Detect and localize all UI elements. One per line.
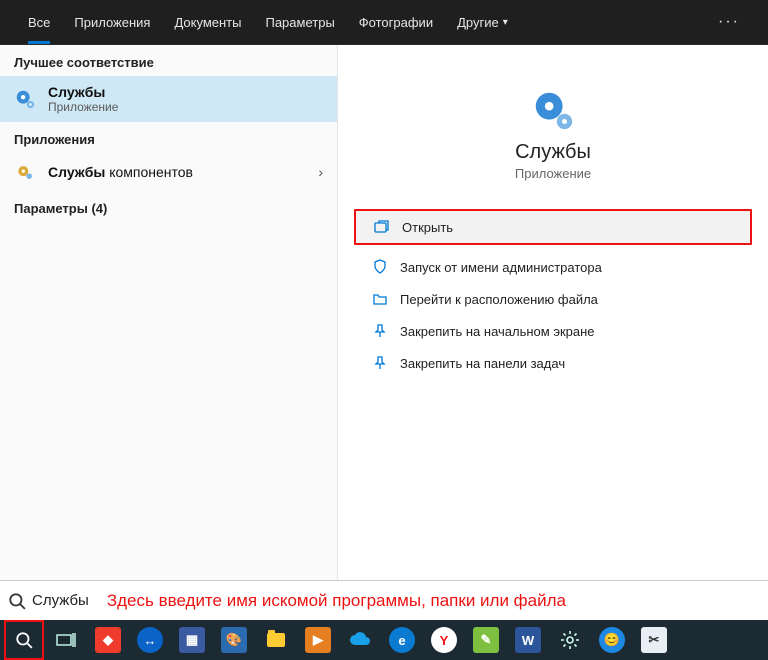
folder-location-icon bbox=[372, 291, 388, 307]
result-title-bold: Службы bbox=[48, 164, 105, 180]
tab-photos[interactable]: Фотографии bbox=[347, 0, 445, 44]
taskbar-app-notepad[interactable]: ✎ bbox=[466, 620, 506, 660]
taskbar-app-edge[interactable]: e bbox=[382, 620, 422, 660]
tab-more[interactable]: Другие ▾ bbox=[445, 0, 520, 44]
action-label: Перейти к расположению файла bbox=[400, 292, 598, 307]
more-options-button[interactable]: ··· bbox=[706, 13, 752, 31]
taskbar-app-cloud[interactable] bbox=[340, 620, 380, 660]
folder-icon bbox=[267, 633, 285, 647]
chevron-right-icon: › bbox=[318, 164, 323, 180]
tab-documents[interactable]: Документы bbox=[162, 0, 253, 44]
result-services[interactable]: Службы Приложение bbox=[0, 76, 337, 122]
taskbar-app-yandex[interactable]: Y bbox=[424, 620, 464, 660]
taskbar-search-button[interactable] bbox=[4, 620, 44, 660]
taskbar-task-view-button[interactable] bbox=[46, 620, 86, 660]
taskbar-app-video[interactable]: ▶ bbox=[298, 620, 338, 660]
taskbar-app-calculator[interactable]: ▦ bbox=[172, 620, 212, 660]
action-run-as-admin[interactable]: Запуск от имени администратора bbox=[354, 251, 752, 283]
pin-icon bbox=[372, 323, 388, 339]
preview-subtitle: Приложение bbox=[348, 166, 758, 181]
open-icon bbox=[374, 219, 390, 235]
shield-icon bbox=[372, 259, 388, 275]
search-hint-annotation: Здесь введите имя искомой программы, пап… bbox=[107, 591, 566, 611]
taskbar-app-anydesk[interactable]: ◆ bbox=[88, 620, 128, 660]
action-label: Открыть bbox=[402, 220, 453, 235]
results-list: Лучшее соответствие Службы Приложение Пр… bbox=[0, 45, 338, 580]
taskbar: ◆ ↔ ▦ 🎨 ▶ e Y ✎ W 😊 ✂ bbox=[0, 620, 768, 660]
taskbar-app-paint[interactable]: 🎨 bbox=[214, 620, 254, 660]
search-results-panel: Лучшее соответствие Службы Приложение Пр… bbox=[0, 44, 768, 580]
search-bar[interactable]: Службы Здесь введите имя искомой програм… bbox=[0, 580, 768, 620]
action-open-file-location[interactable]: Перейти к расположению файла bbox=[354, 283, 752, 315]
chevron-down-icon: ▾ bbox=[503, 17, 508, 28]
preview-pane: Службы Приложение Открыть Запуск от имен… bbox=[338, 45, 768, 580]
preview-gear-icon bbox=[530, 87, 576, 133]
taskbar-app-assist[interactable]: 😊 bbox=[592, 620, 632, 660]
taskbar-app-settings[interactable] bbox=[550, 620, 590, 660]
result-subtitle: Приложение bbox=[48, 100, 118, 114]
best-match-header: Лучшее соответствие bbox=[0, 45, 337, 76]
pin-icon bbox=[372, 355, 388, 371]
result-title: Службы bbox=[48, 84, 118, 100]
action-label: Закрепить на панели задач bbox=[400, 356, 565, 371]
tab-apps[interactable]: Приложения bbox=[62, 0, 162, 44]
search-icon bbox=[8, 592, 26, 610]
preview-title: Службы bbox=[348, 141, 758, 164]
taskbar-app-word[interactable]: W bbox=[508, 620, 548, 660]
tab-more-label: Другие bbox=[457, 15, 499, 30]
action-label: Запуск от имени администратора bbox=[400, 260, 602, 275]
taskbar-app-snip[interactable]: ✂ bbox=[634, 620, 674, 660]
settings-header: Параметры (4) bbox=[0, 191, 337, 222]
tab-all[interactable]: Все bbox=[16, 0, 62, 44]
apps-header: Приложения bbox=[0, 122, 337, 153]
taskbar-app-explorer[interactable] bbox=[256, 620, 296, 660]
result-title-rest: компонентов bbox=[105, 164, 193, 180]
search-query-text: Службы bbox=[32, 592, 89, 609]
action-pin-start[interactable]: Закрепить на начальном экране bbox=[354, 315, 752, 347]
result-component-services[interactable]: Службы компонентов › bbox=[0, 153, 337, 191]
action-pin-taskbar[interactable]: Закрепить на панели задач bbox=[354, 347, 752, 379]
taskbar-app-teamviewer[interactable]: ↔ bbox=[130, 620, 170, 660]
actions-list: Открыть Запуск от имени администратора П… bbox=[348, 209, 758, 379]
result-title: Службы компонентов bbox=[48, 164, 193, 180]
gear-icon bbox=[14, 88, 36, 110]
gear-icon bbox=[14, 161, 36, 183]
action-open[interactable]: Открыть bbox=[354, 209, 752, 245]
filter-tabs: Все Приложения Документы Параметры Фотог… bbox=[0, 0, 768, 44]
tab-settings[interactable]: Параметры bbox=[253, 0, 346, 44]
action-label: Закрепить на начальном экране bbox=[400, 324, 595, 339]
